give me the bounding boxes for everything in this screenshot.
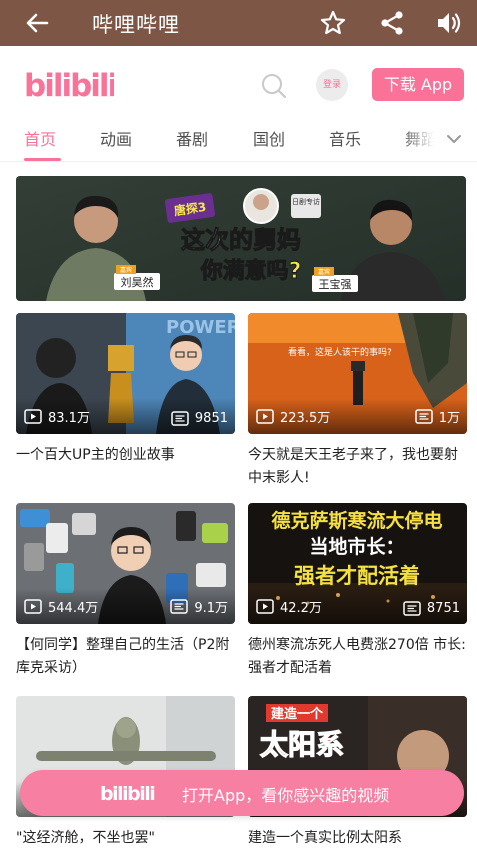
svg-text:王宝强: 王宝强 (319, 277, 352, 291)
browser-title-bar: 哔哩哔哩 (0, 0, 477, 46)
video-title[interactable]: 建造一个真实比例太阳系 (248, 827, 467, 856)
chevron-down-icon[interactable] (444, 129, 464, 149)
svg-text:日剧专访: 日剧专访 (292, 197, 320, 206)
tabs-fade-overlay (400, 116, 477, 161)
svg-text:嘉宾: 嘉宾 (120, 266, 132, 274)
svg-text:建造一个: 建造一个 (271, 706, 324, 722)
star-icon[interactable] (318, 8, 348, 38)
view-count-value: 42.2万 (280, 601, 322, 616)
view-count: 223.5万 (256, 407, 330, 426)
video-card[interactable]: 544.4万 9.1万 【何同学】整理自己的生活（P2附库克采访） (16, 503, 235, 680)
tab-bangumi[interactable]: 番剧 (176, 126, 208, 150)
category-tabs: 首页 动画 番剧 国创 音乐 舞蹈 (0, 116, 477, 162)
svg-text:强者才配活着: 强者才配活着 (294, 564, 420, 588)
view-count: 42.2万 (256, 597, 322, 616)
video-title[interactable]: 今天就是天王老子来了，我也要射中末影人! (248, 444, 467, 490)
video-title[interactable]: "这经济舱，不坐也罢" (16, 827, 235, 856)
featured-banner[interactable]: 日剧专访 唐探3 这次的舅妈 你满意吗? 刘昊然 嘉宾 王宝强 嘉宾 (16, 176, 466, 301)
danmaku-count: 1万 (414, 407, 460, 426)
back-arrow-icon[interactable] (22, 8, 52, 38)
danmaku-count-value: 8751 (426, 601, 460, 616)
site-header: bilibili 登录 下载 App (0, 46, 477, 116)
danmaku-icon (171, 411, 189, 426)
danmaku-count-value: 9851 (194, 411, 228, 426)
video-card[interactable]: 德克萨斯寒流大停电 当地市长： 强者才配活着 42.2万 8751 德州寒流冻死… (248, 503, 467, 680)
share-icon[interactable] (377, 8, 407, 38)
video-card[interactable]: 看看，这是人该干的事吗? 223.5万 1万 今天就是天王老子来了，我也要射中末… (248, 313, 467, 490)
danmaku-count: 9851 (171, 411, 228, 426)
video-thumbnail[interactable]: POWER 83.1万 9851 (16, 313, 235, 434)
volume-icon[interactable] (433, 8, 463, 38)
open-app-label: 打开App，看你感兴趣的视频 (182, 786, 390, 805)
video-card[interactable]: POWER 83.1万 9851 一个百大UP主的创业故事 (16, 313, 235, 490)
open-app-banner-button[interactable]: bilibili 打开App，看你感兴趣的视频 (20, 770, 464, 816)
video-title[interactable]: 德州寒流冻死人电费涨270倍 市长:强者才配活着 (248, 634, 467, 680)
view-count: 83.1万 (24, 407, 90, 426)
banner-image: 日剧专访 唐探3 这次的舅妈 你满意吗? 刘昊然 嘉宾 王宝强 嘉宾 (16, 176, 466, 301)
svg-text:嘉宾: 嘉宾 (318, 268, 330, 276)
svg-text:bilibili: bilibili (24, 68, 114, 104)
bilibili-logo: bilibili (100, 783, 156, 805)
tab-music[interactable]: 音乐 (329, 126, 361, 150)
svg-text:德克萨斯寒流大停电: 德克萨斯寒流大停电 (271, 509, 442, 532)
svg-text:你满意吗?: 你满意吗? (200, 258, 302, 284)
view-count-value: 544.4万 (48, 601, 99, 616)
tab-anime[interactable]: 动画 (100, 126, 132, 150)
danmaku-icon (414, 409, 433, 424)
play-count-icon (256, 599, 274, 614)
danmaku-count-value: 9.1万 (194, 601, 228, 616)
video-title[interactable]: 【何同学】整理自己的生活（P2附库克采访） (16, 634, 235, 680)
view-count: 544.4万 (24, 597, 98, 616)
login-avatar-button[interactable]: 登录 (316, 69, 348, 101)
svg-text:当地市长：: 当地市长： (309, 535, 404, 558)
search-icon[interactable] (259, 71, 289, 101)
danmaku-count: 8751 (403, 601, 460, 616)
video-thumbnail[interactable]: 看看，这是人该干的事吗? 223.5万 1万 (248, 313, 467, 434)
view-count-value: 83.1万 (48, 411, 90, 426)
active-tab-indicator (24, 158, 61, 161)
svg-text:bilibili: bilibili (100, 783, 154, 805)
tab-guochuang[interactable]: 国创 (253, 126, 285, 150)
bilibili-mobile-page: 哔哩哔哩 bilibili 登录 下载 App 首页 动画 番剧 国创 音乐 日… (0, 0, 477, 856)
tab-home[interactable]: 首页 (24, 126, 56, 150)
svg-text:刘昊然: 刘昊然 (121, 275, 154, 289)
svg-text:太阳系: 太阳系 (260, 728, 344, 761)
svg-text:看看，这是人该干的事吗?: 看看，这是人该干的事吗? (288, 346, 392, 358)
play-count-icon (24, 409, 42, 424)
video-thumbnail[interactable]: 544.4万 9.1万 (16, 503, 235, 624)
video-thumbnail[interactable]: 德克萨斯寒流大停电 当地市长： 强者才配活着 42.2万 8751 (248, 503, 467, 624)
danmaku-count: 9.1万 (170, 597, 228, 616)
play-count-icon (256, 409, 274, 424)
danmaku-count-value: 1万 (438, 411, 460, 426)
danmaku-icon (403, 601, 421, 616)
danmaku-icon (170, 599, 189, 614)
view-count-value: 223.5万 (280, 411, 331, 426)
svg-text:这次的舅妈: 这次的舅妈 (181, 226, 301, 254)
download-app-button[interactable]: 下载 App (372, 68, 464, 101)
svg-text:POWER: POWER (166, 317, 235, 338)
window-title: 哔哩哔哩 (92, 13, 180, 37)
play-count-icon (24, 599, 42, 614)
video-title[interactable]: 一个百大UP主的创业故事 (16, 444, 235, 490)
bilibili-logo[interactable]: bilibili (24, 66, 114, 104)
